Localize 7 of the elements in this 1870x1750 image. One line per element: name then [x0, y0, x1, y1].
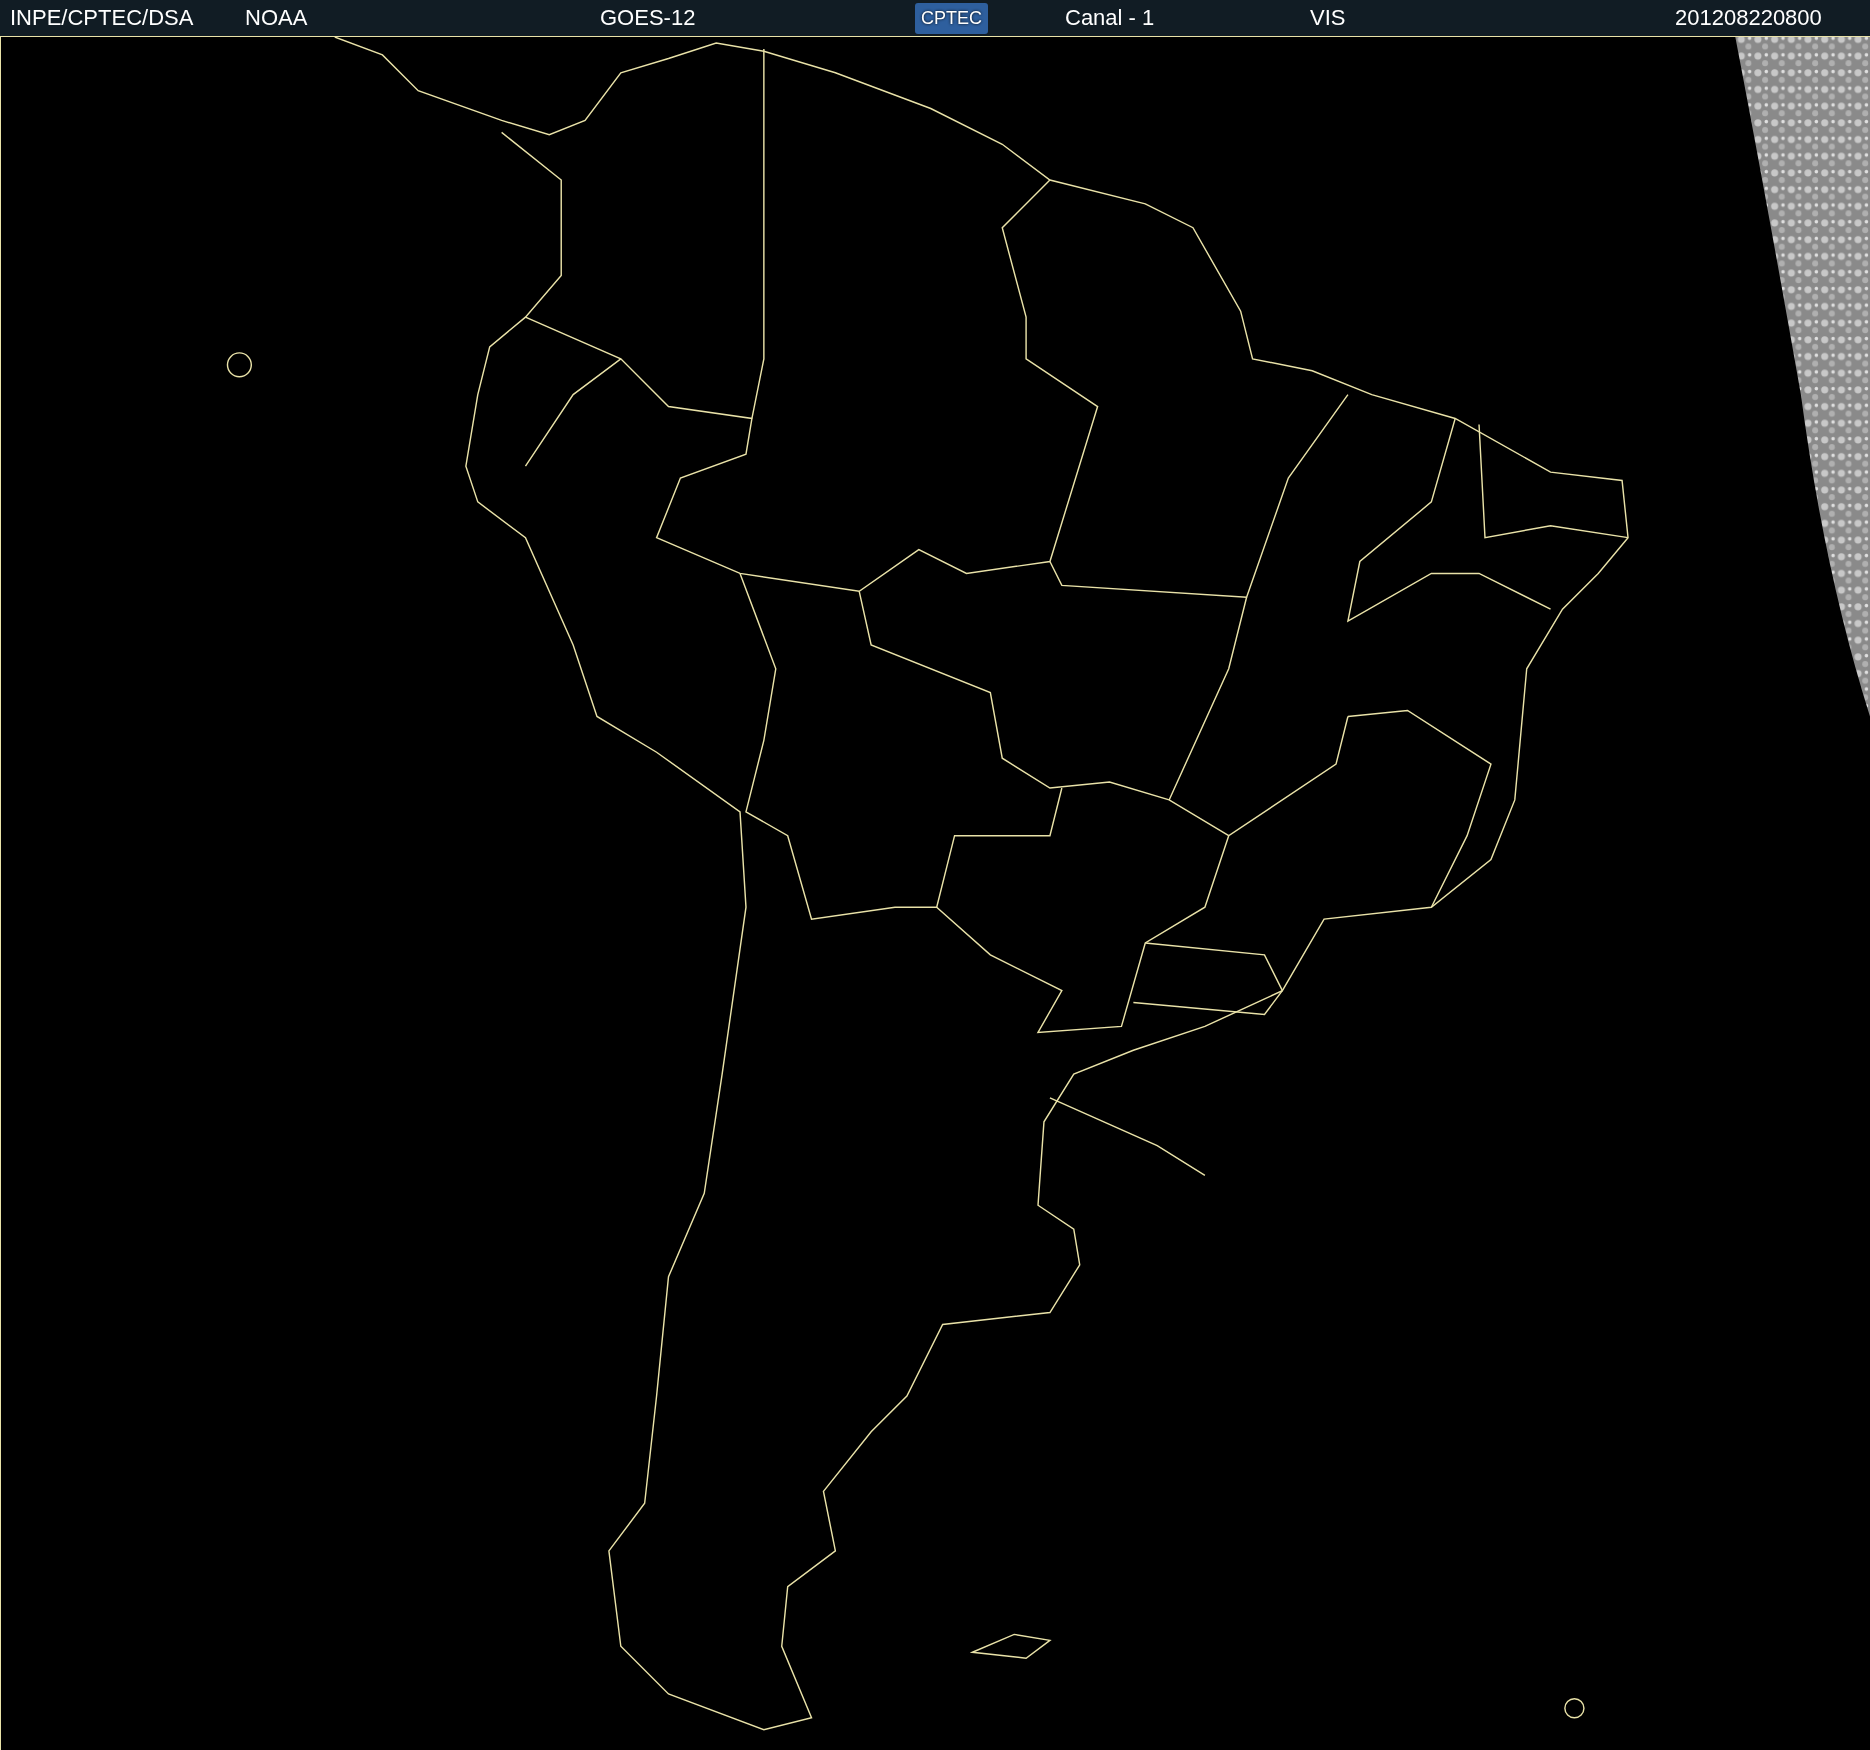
- header-label: NOAA: [245, 5, 308, 31]
- header-label: INPE/CPTEC/DSA: [10, 5, 194, 31]
- header-label: GOES-12: [600, 5, 696, 31]
- header-label: 201208220800: [1675, 5, 1822, 31]
- header-label: VIS: [1310, 5, 1346, 31]
- header-label: Canal - 1: [1065, 5, 1155, 31]
- logo-badge: CPTEC: [915, 2, 988, 34]
